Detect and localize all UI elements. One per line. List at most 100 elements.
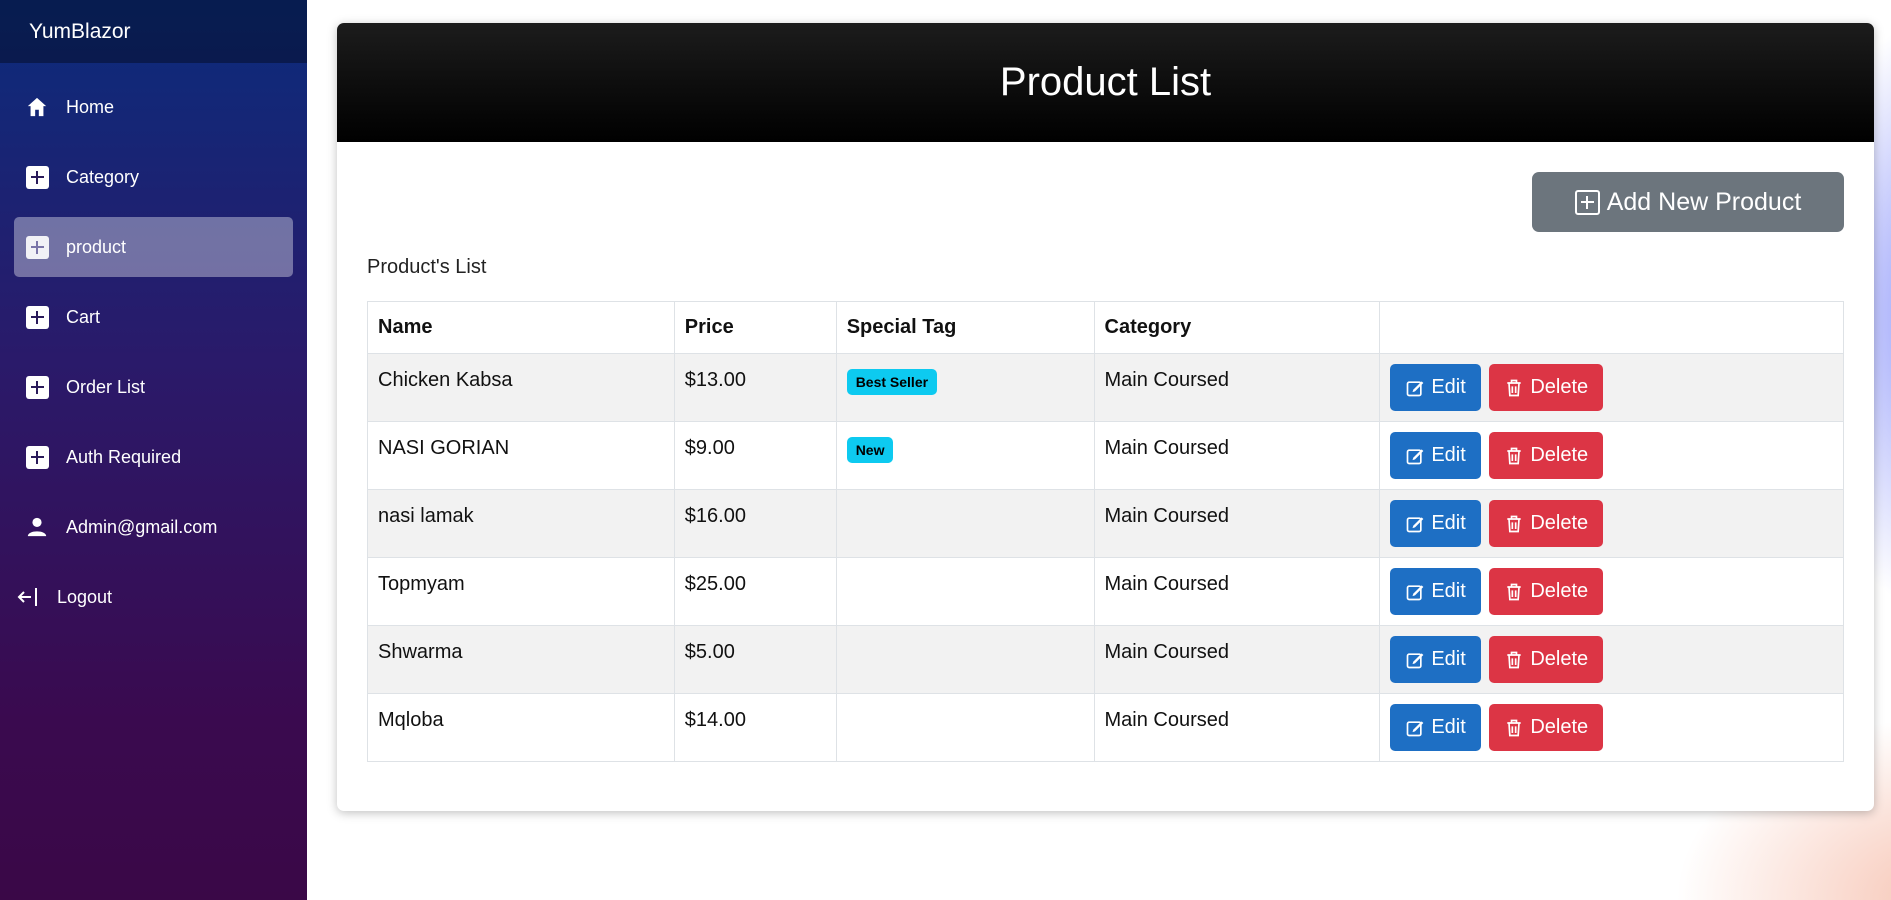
cell-actions: Edit Delete [1379, 693, 1844, 762]
delete-button[interactable]: Delete [1489, 500, 1604, 547]
cell-actions: Edit Delete [1379, 353, 1844, 422]
delete-label: Delete [1530, 648, 1589, 670]
sidebar-item-label: Home [66, 96, 115, 117]
cell-category: Main Coursed [1093, 557, 1381, 626]
cell-name: Chicken Kabsa [367, 353, 675, 422]
delete-button[interactable]: Delete [1489, 364, 1604, 411]
edit-icon [1406, 516, 1424, 532]
cell-special-tag [835, 693, 1095, 762]
cell-name: Shwarma [367, 625, 675, 694]
trash-icon [1507, 515, 1522, 532]
special-tag-badge: New [846, 437, 894, 463]
sidebar-item-product[interactable]: product [14, 217, 293, 277]
cell-name: Topmyam [367, 557, 675, 626]
sidebar-item-home[interactable]: Home [14, 77, 293, 137]
sidebar-item-label: Category [66, 166, 140, 187]
cell-price: $13.00 [673, 353, 837, 422]
table-row: NASI GORIAN $9.00 New Main Coursed Edit … [367, 421, 1844, 490]
trash-icon [1507, 651, 1522, 668]
sidebar-item-auth-required[interactable]: Auth Required [14, 427, 293, 487]
sidebar-item-logout[interactable]: Logout [14, 567, 293, 627]
delete-label: Delete [1530, 444, 1589, 466]
delete-label: Delete [1530, 376, 1589, 398]
table-header-row: Name Price Special Tag Category [367, 301, 1844, 354]
column-header-price: Price [673, 301, 837, 354]
brand-title[interactable]: YumBlazor [0, 0, 307, 63]
cell-price: $9.00 [673, 421, 837, 490]
cell-special-tag: Best Seller [835, 353, 1095, 422]
cell-actions: Edit Delete [1379, 421, 1844, 490]
sidebar-item-label: Order List [66, 376, 146, 397]
edit-label: Edit [1431, 648, 1466, 670]
delete-label: Delete [1530, 580, 1589, 602]
sidebar-item-label: Admin@gmail.com [66, 516, 218, 537]
plus-square-icon [25, 445, 49, 469]
cell-price: $16.00 [673, 489, 837, 558]
edit-label: Edit [1431, 512, 1466, 534]
cell-price: $14.00 [673, 693, 837, 762]
delete-button[interactable]: Delete [1489, 568, 1604, 615]
plus-square-icon [25, 235, 49, 259]
cell-actions: Edit Delete [1379, 557, 1844, 626]
home-icon [25, 95, 49, 119]
sidebar-item-label: Auth Required [66, 446, 182, 467]
sidebar-item-order-list[interactable]: Order List [14, 357, 293, 417]
sidebar-item-label: product [66, 236, 127, 257]
sidebar-item-account[interactable]: Admin@gmail.com [14, 497, 293, 557]
edit-button[interactable]: Edit [1390, 568, 1481, 615]
trash-icon [1507, 583, 1522, 600]
table-row: Mqloba $14.00 Main Coursed Edit Delete [367, 693, 1844, 762]
list-label: Product's List [367, 256, 487, 278]
trash-icon [1507, 379, 1522, 396]
delete-label: Delete [1530, 512, 1589, 534]
plus-square-icon [25, 305, 49, 329]
edit-label: Edit [1431, 444, 1466, 466]
column-header-actions [1379, 301, 1844, 354]
page-title: Product List [999, 60, 1212, 104]
add-new-product-button[interactable]: Add New Product [1532, 172, 1844, 232]
product-list-card: Product List Add New Product Product's L… [337, 23, 1874, 811]
edit-button[interactable]: Edit [1390, 364, 1481, 411]
sidebar: YumBlazor Home Category product Cart Ord… [0, 0, 307, 900]
sidebar-nav: Home Category product Cart Order List Au… [0, 63, 307, 627]
table-row: Shwarma $5.00 Main Coursed Edit Delete [367, 625, 1844, 694]
person-icon [25, 515, 49, 539]
sidebar-item-cart[interactable]: Cart [14, 287, 293, 347]
table-row: nasi lamak $16.00 Main Coursed Edit Dele… [367, 489, 1844, 558]
sidebar-item-label: Cart [66, 306, 101, 327]
special-tag-badge: Best Seller [846, 369, 938, 395]
cell-special-tag [835, 489, 1095, 558]
sidebar-item-category[interactable]: Category [14, 147, 293, 207]
edit-button[interactable]: Edit [1390, 704, 1481, 751]
edit-label: Edit [1431, 716, 1466, 738]
cell-category: Main Coursed [1093, 421, 1381, 490]
edit-icon [1406, 584, 1424, 600]
cell-category: Main Coursed [1093, 489, 1381, 558]
cell-special-tag [835, 625, 1095, 694]
edit-icon [1406, 448, 1424, 464]
trash-icon [1507, 719, 1522, 736]
cell-special-tag: New [835, 421, 1095, 490]
cell-category: Main Coursed [1093, 353, 1381, 422]
plus-square-icon [25, 375, 49, 399]
edit-icon [1406, 652, 1424, 668]
edit-button[interactable]: Edit [1390, 636, 1481, 683]
delete-button[interactable]: Delete [1489, 704, 1604, 751]
edit-label: Edit [1431, 376, 1466, 398]
cell-actions: Edit Delete [1379, 625, 1844, 694]
delete-button[interactable]: Delete [1489, 432, 1604, 479]
delete-label: Delete [1530, 716, 1589, 738]
plus-square-icon [1574, 189, 1600, 215]
plus-square-icon [25, 165, 49, 189]
column-header-name: Name [367, 301, 675, 354]
cell-price: $25.00 [673, 557, 837, 626]
cell-special-tag [835, 557, 1095, 626]
table-row: Topmyam $25.00 Main Coursed Edit Delete [367, 557, 1844, 626]
edit-icon [1406, 380, 1424, 396]
column-header-category: Category [1093, 301, 1381, 354]
edit-button[interactable]: Edit [1390, 432, 1481, 479]
edit-icon [1406, 720, 1424, 736]
edit-label: Edit [1431, 580, 1466, 602]
edit-button[interactable]: Edit [1390, 500, 1481, 547]
delete-button[interactable]: Delete [1489, 636, 1604, 683]
